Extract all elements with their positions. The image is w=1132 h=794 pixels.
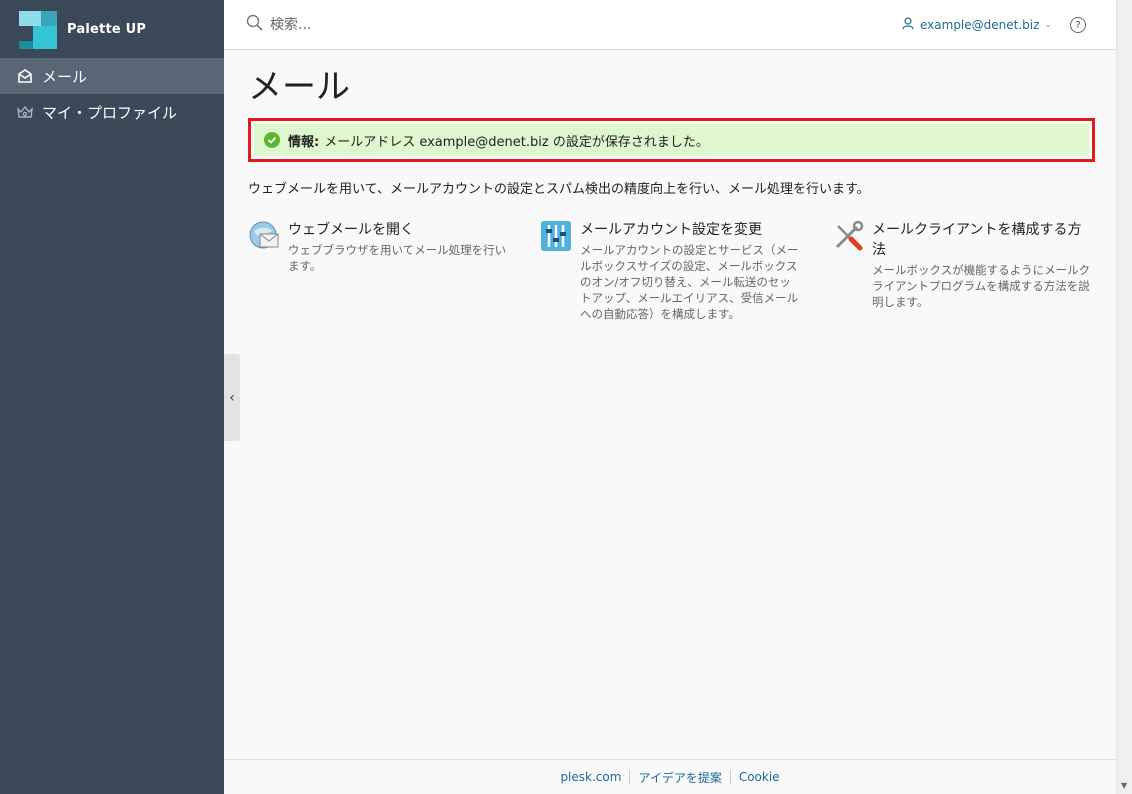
footer-link-cookie[interactable]: Cookie bbox=[739, 770, 780, 784]
search-icon bbox=[246, 14, 264, 36]
card-mail-account-settings[interactable]: メールアカウント設定を変更 メールアカウントの設定とサービス（メールボックスサイ… bbox=[540, 220, 802, 322]
brand-name: Palette UP bbox=[67, 21, 147, 37]
footer: plesk.com アイデアを提案 Cookie bbox=[224, 759, 1116, 794]
help-icon: ? bbox=[1075, 19, 1081, 31]
page-title: メール bbox=[248, 67, 350, 107]
card-mail-client-howto[interactable]: メールクライアントを構成する方法 メールボックスが機能するようにメールクライアン… bbox=[832, 220, 1094, 310]
scroll-down-icon[interactable]: ▼ bbox=[1121, 781, 1127, 790]
sidebar: Palette UP メール マイ・プロファイル bbox=[0, 0, 224, 794]
card-title[interactable]: メールアカウント設定を変更 bbox=[580, 220, 802, 240]
footer-link-plesk[interactable]: plesk.com bbox=[560, 770, 621, 784]
tools-icon bbox=[832, 220, 864, 252]
check-circle-icon bbox=[264, 132, 280, 148]
chevron-left-icon: ‹ bbox=[229, 389, 235, 406]
sidebar-item-label: メール bbox=[42, 67, 88, 86]
top-header: example@denet.biz ⌄ ? bbox=[224, 0, 1116, 50]
sidebar-item-mail[interactable]: メール bbox=[0, 58, 224, 94]
card-title[interactable]: メールクライアントを構成する方法 bbox=[872, 220, 1094, 260]
sidebar-item-label: マイ・プロファイル bbox=[42, 103, 178, 122]
help-button[interactable]: ? bbox=[1070, 17, 1086, 33]
user-menu[interactable]: example@denet.biz ⌄ bbox=[902, 17, 1052, 33]
chevron-down-icon: ⌄ bbox=[1044, 20, 1052, 30]
search-input[interactable] bbox=[270, 17, 570, 33]
vertical-scrollbar[interactable]: ▼ bbox=[1116, 0, 1132, 794]
card-open-webmail[interactable]: ウェブメールを開く ウェブブラウザを用いてメール処理を行います。 bbox=[248, 220, 510, 274]
alert-highlight-frame: 情報: メールアドレス example@denet.biz の設定が保存されまし… bbox=[248, 118, 1095, 162]
footer-divider bbox=[729, 770, 731, 784]
sidebar-item-profile[interactable]: マイ・プロファイル bbox=[0, 94, 224, 130]
card-title[interactable]: ウェブメールを開く bbox=[288, 220, 510, 240]
alert-text: メールアドレス example@denet.biz の設定が保存されました。 bbox=[324, 134, 709, 150]
card-desc: メールアカウントの設定とサービス（メールボックスサイズの設定、メールボックスのオ… bbox=[580, 243, 799, 321]
user-icon bbox=[902, 17, 914, 33]
profile-crown-icon bbox=[16, 103, 34, 121]
footer-link-idea[interactable]: アイデアを提案 bbox=[638, 769, 721, 786]
brand[interactable]: Palette UP bbox=[0, 0, 224, 58]
info-alert: 情報: メールアドレス example@denet.biz の設定が保存されまし… bbox=[254, 124, 1089, 156]
brand-logo bbox=[17, 9, 57, 49]
user-email: example@denet.biz bbox=[920, 18, 1040, 32]
footer-divider bbox=[629, 770, 631, 784]
intro-text: ウェブメールを用いて、メールアカウントの設定とスパム検出の精度向上を行い、メール… bbox=[248, 182, 870, 197]
alert-label: 情報: bbox=[288, 134, 320, 150]
webmail-icon bbox=[248, 220, 280, 252]
sidebar-collapse-handle[interactable]: ‹ bbox=[224, 354, 240, 441]
card-desc: ウェブブラウザを用いてメール処理を行います。 bbox=[288, 243, 507, 273]
mail-icon bbox=[16, 67, 34, 85]
card-desc: メールボックスが機能するようにメールクライアントプログラムを構成する方法を説明し… bbox=[872, 263, 1091, 309]
settings-sliders-icon bbox=[540, 220, 572, 252]
search-bar bbox=[246, 14, 570, 36]
main-content: メール 情報: メールアドレス example@denet.biz の設定が保存… bbox=[248, 50, 1108, 321]
